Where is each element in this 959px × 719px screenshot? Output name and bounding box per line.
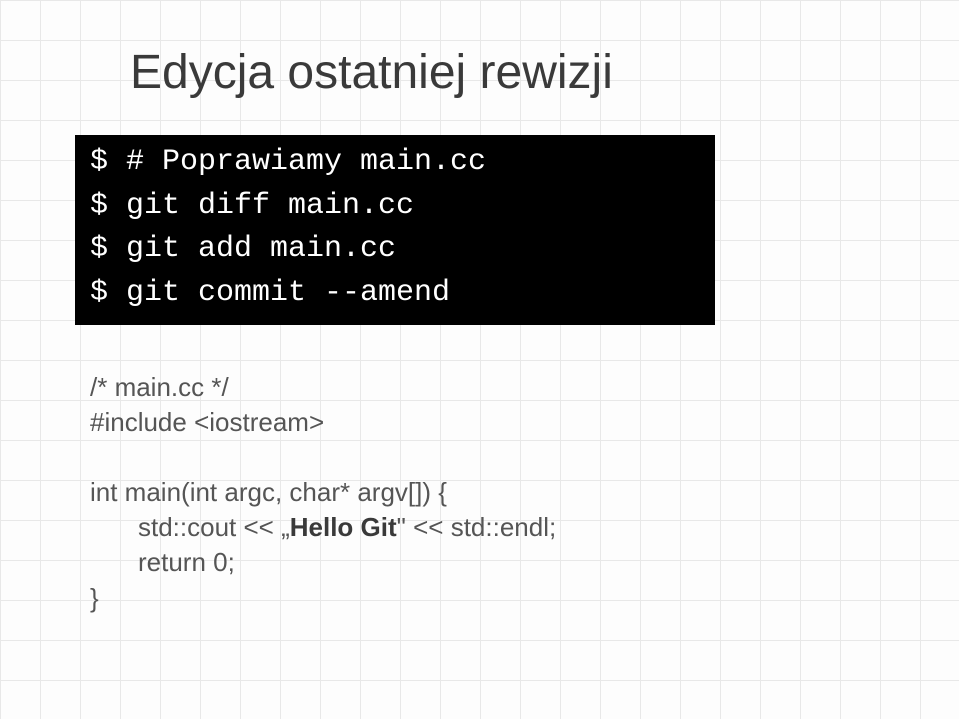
terminal-line: $ git commit --amend [90, 272, 700, 316]
cout-suffix: " << std::endl; [397, 512, 557, 542]
terminal-line: $ git add main.cc [90, 228, 700, 272]
terminal-line: $ # Poprawiamy main.cc [90, 141, 700, 185]
code-func-sig: int main(int argc, char* argv[]) { [90, 475, 884, 510]
code-blank [90, 440, 884, 475]
slide-title: Edycja ostatniej rewizji [130, 45, 884, 100]
code-block: /* main.cc */ #include <iostream> int ma… [90, 370, 884, 616]
code-return: return 0; [90, 545, 884, 580]
cout-bold: Hello Git [290, 512, 397, 542]
code-comment: /* main.cc */ [90, 370, 884, 405]
terminal-line: $ git diff main.cc [90, 185, 700, 229]
code-cout: std::cout << „Hello Git" << std::endl; [90, 510, 884, 545]
cout-prefix: std::cout << „ [138, 512, 290, 542]
code-close: } [90, 581, 884, 616]
terminal-block: $ # Poprawiamy main.cc $ git diff main.c… [75, 135, 715, 325]
code-include: #include <iostream> [90, 405, 884, 440]
